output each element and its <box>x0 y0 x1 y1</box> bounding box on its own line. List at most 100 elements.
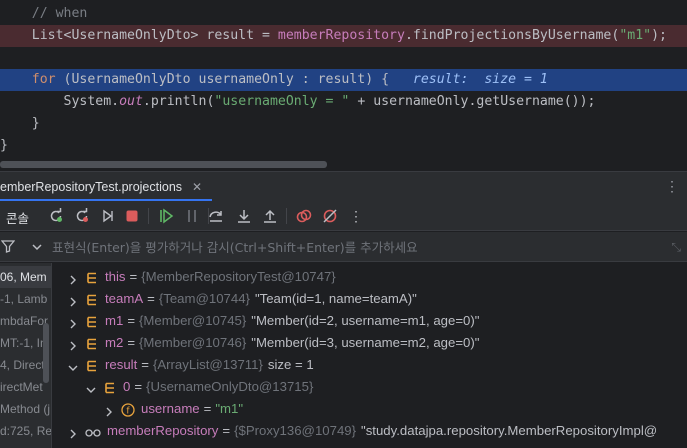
list-icon <box>85 358 99 372</box>
code-token: + usernameOnly.getUsername()); <box>349 94 596 109</box>
variable-equals: = <box>147 291 155 306</box>
code-token: .println( <box>142 94 215 109</box>
variable-row[interactable]: this = {MemberRepositoryTest@10747} <box>53 266 687 288</box>
evaluate-bar: ⤡ <box>0 232 687 262</box>
code-token: memberRepository <box>277 28 405 43</box>
code-editor[interactable]: // when List<UsernameOnlyDto> result = m… <box>0 0 687 168</box>
run-tab-label: emberRepositoryTest.projections <box>0 180 183 194</box>
variable-name: result <box>105 357 138 372</box>
run-configuration-tab[interactable]: emberRepositoryTest.projections ✕ <box>0 172 202 202</box>
frame-item[interactable]: d:725, Re <box>0 420 51 442</box>
rerun-icon[interactable] <box>46 206 66 226</box>
chevron-right-icon[interactable] <box>67 293 79 307</box>
code-line: System.out.println("usernameOnly = " + u… <box>0 91 687 113</box>
variable-name: teamA <box>105 291 144 306</box>
close-icon[interactable]: ✕ <box>192 180 202 194</box>
list-icon <box>85 292 99 306</box>
variable-name: m2 <box>105 335 124 350</box>
code-comment: // when <box>0 6 88 21</box>
variable-equals: = <box>203 401 212 416</box>
variable-name: this <box>105 269 126 284</box>
restart-icon[interactable] <box>98 206 118 226</box>
code-token: System. <box>0 94 120 109</box>
variable-value: "Team(id=1, name=teamA)" <box>254 291 417 306</box>
code-token: } <box>0 116 40 131</box>
variable-row[interactable]: teamA = {Team@10744} "Team(id=1, name=teamA… <box>53 288 687 310</box>
variable-row[interactable]: m1 = {Member@10745} "Member(id=2, username=… <box>53 310 687 332</box>
mute-breakpoints-icon[interactable] <box>320 206 340 226</box>
code-token: (UsernameOnlyDto usernameOnly : result) … <box>55 72 413 87</box>
variable-name: m1 <box>105 313 124 328</box>
variable-type: {Member@10746} <box>139 335 247 350</box>
variable-value: "Member(id=3, username=m2, age=0)" <box>251 335 480 350</box>
variable-name: memberRepository <box>107 423 219 438</box>
expand-input-icon[interactable]: ⤡ <box>671 240 681 255</box>
variable-row[interactable]: memberRepository = {$Proxy136@10749} "study… <box>53 420 687 442</box>
variable-name: username <box>141 401 200 416</box>
code-line-error: List<UsernameOnlyDto> result = memberRep… <box>0 25 687 47</box>
variable-equals: = <box>134 379 143 394</box>
variable-row[interactable]: result = {ArrayList@13711} size = 1 <box>53 354 687 376</box>
variable-value: "m1" <box>215 401 244 416</box>
variable-type: {MemberRepositoryTest@10747} <box>141 269 336 284</box>
variable-value: "study.datajpa.repository.MemberReposito… <box>361 423 658 438</box>
debug-toolbar: 콘솔 ⋮ <box>0 201 687 231</box>
field-icon: f <box>121 402 135 417</box>
variable-row[interactable]: m2 = {Member@10746} "Member(id=3, username=… <box>53 332 687 354</box>
step-into-icon[interactable] <box>234 206 254 226</box>
chevron-down-icon[interactable] <box>85 381 97 393</box>
variable-value: "Member(id=2, username=m1, age=0)" <box>251 313 480 328</box>
vertical-scrollbar[interactable] <box>43 323 49 383</box>
code-token: "usernameOnly = " <box>214 94 350 109</box>
variable-type: {Member@10745} <box>139 313 247 328</box>
toolbar-separator <box>286 208 287 224</box>
code-token: "m1" <box>619 28 652 43</box>
chevron-right-icon[interactable] <box>67 271 79 285</box>
frame-item[interactable]: 06, Mem <box>0 266 51 288</box>
chevron-down-icon[interactable] <box>30 240 44 254</box>
chevron-right-icon[interactable] <box>67 315 79 329</box>
variable-type: {ArrayList@13711} <box>152 357 263 372</box>
code-token: out <box>119 94 143 109</box>
view-breakpoints-icon[interactable] <box>294 206 314 226</box>
variable-value: size = 1 <box>267 357 314 372</box>
chevron-right-icon[interactable] <box>67 425 79 439</box>
debug-tab-bar: emberRepositoryTest.projections ✕ ⋮ <box>0 171 687 201</box>
code-token: for <box>31 72 56 87</box>
chevron-down-icon[interactable] <box>67 359 79 371</box>
variable-type: {$Proxy136@10749} <box>234 423 357 438</box>
variable-equals: = <box>129 269 138 284</box>
list-icon <box>85 270 99 284</box>
code-token: } <box>0 138 8 153</box>
variable-equals: = <box>222 423 231 438</box>
glasses-icon <box>85 424 101 438</box>
list-icon <box>103 380 117 394</box>
rerun-failed-icon[interactable] <box>72 206 92 226</box>
console-tab[interactable]: 콘솔 <box>6 208 29 227</box>
pause-icon[interactable] <box>182 206 202 226</box>
code-line: // when <box>0 3 687 25</box>
toolbar-separator <box>148 208 149 224</box>
code-token: List<UsernameOnlyDto> result = <box>0 28 278 43</box>
variables-panel: this = {MemberRepositoryTest@10747} teamA ={… <box>53 263 687 448</box>
more-options-icon[interactable]: ⋮ <box>665 178 679 195</box>
filter-icon[interactable] <box>0 239 16 253</box>
chevron-right-icon[interactable] <box>103 403 115 417</box>
evaluate-expression-input[interactable] <box>52 236 652 258</box>
frame-item[interactable]: -1, Lamb <box>0 288 51 310</box>
resume-icon[interactable] <box>156 206 176 226</box>
horizontal-scrollbar[interactable] <box>0 161 327 168</box>
variable-row[interactable]: f username = "m1" <box>53 398 687 420</box>
variable-equals: = <box>127 313 136 328</box>
step-over-icon[interactable] <box>206 206 226 226</box>
more-toolbar-icon[interactable]: ⋮ <box>346 206 366 226</box>
frame-item[interactable]: Method (j <box>0 398 51 420</box>
variable-equals: = <box>141 357 149 372</box>
code-line-execution-point: for (UsernameOnlyDto usernameOnly : resu… <box>0 69 687 91</box>
step-out-icon[interactable] <box>260 206 280 226</box>
stop-icon[interactable] <box>122 206 142 226</box>
variable-type: {Team@10744} <box>158 291 250 306</box>
chevron-right-icon[interactable] <box>67 337 79 351</box>
variable-row[interactable]: 0 = {UsernameOnlyDto@13715} <box>53 376 687 398</box>
